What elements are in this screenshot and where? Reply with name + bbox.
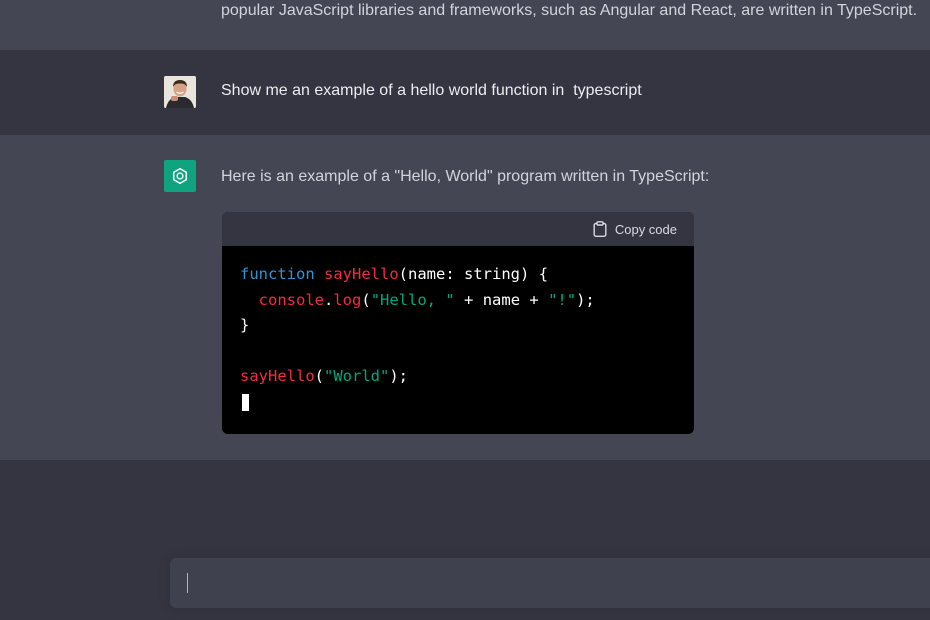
- assistant-intro-text: Here is an example of a "Hello, World" p…: [221, 168, 710, 185]
- code-content[interactable]: function sayHello(name: string) { consol…: [222, 246, 694, 431]
- code-punctuation: ;: [585, 290, 595, 309]
- code-punctuation: ;: [398, 367, 409, 385]
- code-string: "Hello, ": [370, 290, 455, 309]
- code-line: console.log("Hello, " + name + "!");: [240, 291, 595, 309]
- code-block-header: Copy code: [222, 212, 694, 246]
- user-message-text: Show me an example of a hello world func…: [221, 82, 642, 99]
- assistant-message: Here is an example of a "Hello, World" p…: [0, 135, 930, 460]
- code-punctuation: (: [361, 290, 371, 309]
- code-punctuation: .: [324, 290, 334, 309]
- code-identifier: string: [464, 265, 521, 283]
- code-punctuation: {: [538, 265, 549, 283]
- code-punctuation: [539, 291, 548, 309]
- user-message: Show me an example of a hello world func…: [0, 50, 930, 135]
- previous-assistant-message: popular JavaScript libraries and framewo…: [0, 0, 930, 50]
- code-punctuation: [473, 291, 482, 309]
- message-input[interactable]: [190, 570, 894, 598]
- copy-code-button[interactable]: Copy code: [593, 220, 677, 238]
- code-punctuation: [455, 291, 464, 309]
- code-punctuation: [529, 265, 538, 283]
- streaming-cursor: [242, 393, 249, 411]
- message-input-box[interactable]: [170, 558, 930, 608]
- copy-code-label: Copy code: [614, 221, 677, 237]
- code-punctuation: [520, 291, 529, 309]
- chat-page: popular JavaScript libraries and framewo…: [0, 0, 930, 620]
- code-function: sayHello: [324, 265, 399, 283]
- code-block: Copy code function sayHello(name: string…: [222, 212, 694, 434]
- code-function: log: [333, 290, 362, 309]
- code-punctuation: (: [314, 367, 324, 385]
- text-cursor: [187, 573, 188, 593]
- user-avatar: [164, 76, 196, 108]
- code-punctuation: ): [389, 367, 399, 385]
- code-identifier: name: [408, 265, 446, 283]
- code-string: "World": [324, 367, 390, 385]
- previous-message-text: popular JavaScript libraries and framewo…: [221, 2, 918, 19]
- code-keyword: function: [240, 265, 315, 283]
- code-identifier: name: [482, 290, 521, 309]
- user-avatar-photo: [164, 76, 196, 108]
- code-line: function sayHello(name: string) {: [240, 265, 548, 283]
- code-punctuation: :: [445, 265, 455, 283]
- clipboard-icon: [593, 221, 607, 237]
- code-punctuation: [240, 291, 259, 309]
- code-string: "!": [548, 290, 577, 309]
- code-line: sayHello("World");: [240, 367, 408, 385]
- code-punctuation: +: [464, 290, 474, 309]
- code-line: }: [240, 316, 249, 334]
- code-function: sayHello: [240, 367, 315, 385]
- openai-logo-icon: [164, 160, 196, 192]
- code-punctuation: }: [240, 316, 250, 334]
- code-punctuation: [455, 265, 464, 283]
- code-punctuation: (: [398, 265, 408, 283]
- code-object: console: [258, 290, 324, 309]
- code-punctuation: ): [520, 265, 530, 283]
- code-punctuation: [315, 265, 324, 283]
- code-punctuation: +: [529, 290, 539, 309]
